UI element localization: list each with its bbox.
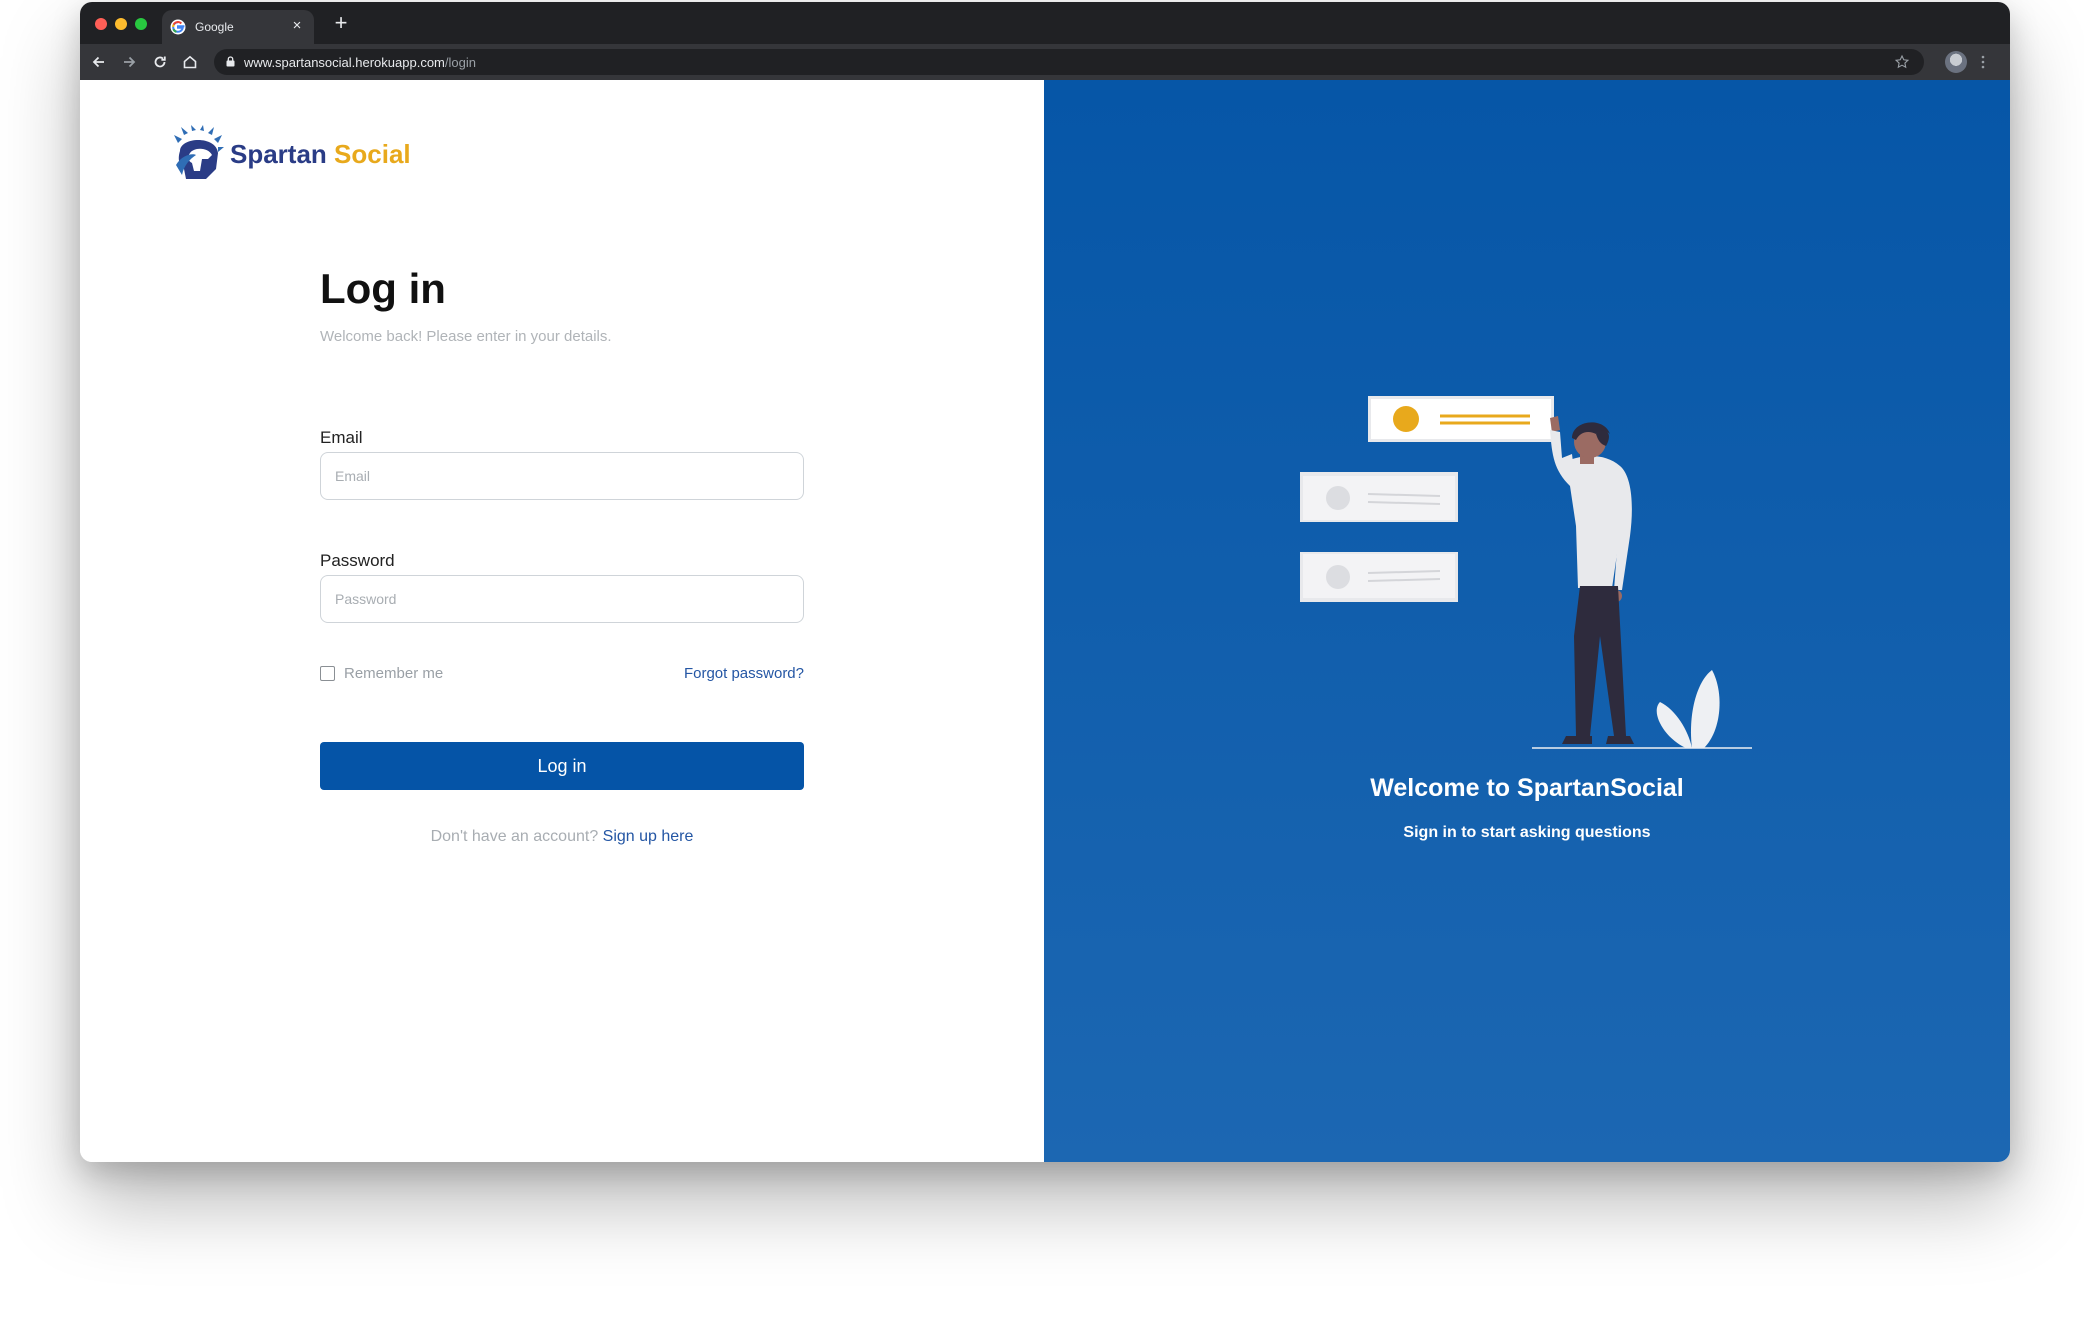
close-window-button[interactable] [95,18,107,30]
browser-menu-icon[interactable] [1980,53,1986,71]
welcome-subtitle: Sign in to start asking questions [1403,824,1651,841]
brand-word-spartan: Spartan [230,139,327,169]
tab-bar: Google × + [80,2,2010,44]
lock-icon [226,56,235,67]
new-tab-button[interactable]: + [328,10,354,36]
card-back-1 [1300,472,1458,522]
forgot-password-link[interactable]: Forgot password? [684,665,804,682]
brand-word-social: Social [334,139,411,169]
reload-icon[interactable] [151,53,169,71]
tab-title: Google [195,20,234,34]
login-button[interactable]: Log in [320,742,804,790]
minimize-window-button[interactable] [115,18,127,30]
brand-name: Spartan Social [230,139,411,170]
address-bar[interactable]: www.spartansocial.herokuapp.com/login [214,49,1924,75]
card-front [1368,396,1554,442]
spartan-helmet-icon [174,125,224,179]
email-input[interactable] [320,452,804,500]
page-title: Log in [320,265,446,312]
login-form: Log in Welcome back! Please enter in you… [320,265,804,845]
page-content: Spartan Social Log in Welcome back! Plea… [80,80,2010,1162]
remember-row: Remember me Forgot password? [320,664,804,684]
page-subtitle: Welcome back! Please enter in your detai… [320,328,612,345]
remember-me-label[interactable]: Remember me [344,665,443,682]
url-path: /login [444,55,476,70]
bookmark-star-icon[interactable] [1894,54,1910,70]
back-arrow-icon[interactable] [90,53,108,71]
card-back-2 [1300,552,1458,602]
forward-arrow-icon[interactable] [120,53,138,71]
browser-toolbar: www.spartansocial.herokuapp.com/login [80,44,2010,80]
plant [1656,670,1720,748]
browser-tab[interactable]: Google × [162,10,314,44]
welcome-pane: Welcome to SpartanSocial Sign in to star… [1044,80,2010,1162]
home-icon[interactable] [181,53,199,71]
maximize-window-button[interactable] [135,18,147,30]
profile-avatar[interactable] [1945,51,1967,73]
password-input[interactable] [320,575,804,623]
signup-prompt: Don't have an account? [430,828,599,845]
login-pane: Spartan Social Log in Welcome back! Plea… [80,80,1044,1162]
signup-row: Don't have an account? Sign up here [320,828,804,846]
url-host: www.spartansocial.herokuapp.com [244,55,445,70]
welcome-title: Welcome to SpartanSocial [1370,774,1684,802]
person-with-cards-illustration [1300,396,1752,749]
url-text: www.spartansocial.herokuapp.com/login [244,55,476,70]
tab-close-icon[interactable]: × [288,17,306,35]
browser-window: Google × + www.spartansocial.herokuapp.c… [80,2,2010,1162]
person [1550,416,1634,744]
remember-me-checkbox[interactable] [320,666,335,681]
email-label: Email [320,428,363,447]
signup-link[interactable]: Sign up here [603,828,694,845]
password-label: Password [320,551,395,570]
google-favicon-icon [170,19,186,35]
